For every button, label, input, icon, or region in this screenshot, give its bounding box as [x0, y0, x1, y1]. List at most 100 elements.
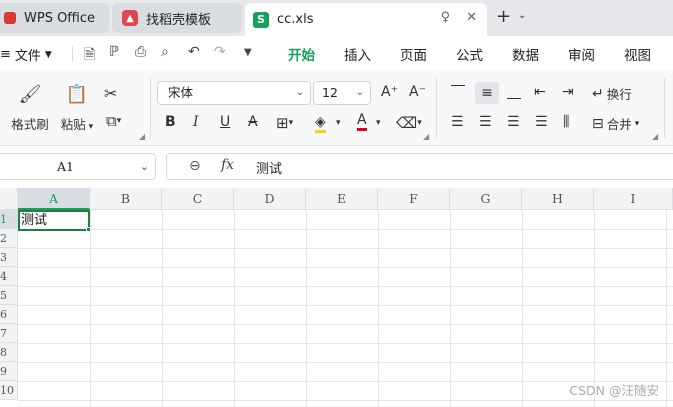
- tab-home[interactable]: 开始: [288, 44, 315, 72]
- font-name-value: 宋体: [168, 85, 194, 100]
- row-header[interactable]: 5: [0, 286, 18, 305]
- strikethrough-icon[interactable]: A: [248, 114, 258, 130]
- new-tab-dropdown-icon[interactable]: ⌄: [518, 10, 526, 21]
- borders-icon[interactable]: ⊞ ▾: [276, 114, 293, 132]
- new-tab-button[interactable]: +: [496, 6, 511, 27]
- tab-daoke-label: 找稻壳模板: [146, 12, 212, 28]
- font-size-select[interactable]: 12 ⌄: [313, 81, 371, 105]
- chevron-down-icon: ⌄: [355, 87, 364, 98]
- name-box-value: A1: [57, 159, 74, 174]
- align-bottom-icon[interactable]: ⎽: [507, 84, 521, 100]
- close-tab-icon[interactable]: ✕: [466, 10, 477, 25]
- quick-access-dropdown-icon[interactable]: ▼: [244, 47, 252, 58]
- formula-content: 测试: [256, 162, 283, 177]
- increase-indent-icon[interactable]: ⇥: [562, 84, 574, 100]
- ribbon-toolbar: 🖌 格式刷 📋 粘贴 ▾ ✂ ⧉ ▾ ◢ 宋体 ⌄ 12 ⌄ A⁺ A⁻ B I …: [0, 70, 673, 146]
- menu-bar: ≡ 文件 ▼ 🗎 ℙ ⎙ ⌕ ↶ ↷ ▼ 开始 插入 页面 公式 数据 审阅 视…: [0, 36, 673, 72]
- print-preview-icon[interactable]: ⌕: [161, 44, 169, 60]
- chevron-down-icon: ▾: [85, 121, 94, 132]
- chevron-down-icon: ⌄: [295, 87, 304, 98]
- column-header[interactable]: A: [18, 188, 90, 210]
- underline-icon[interactable]: U: [220, 114, 230, 130]
- cell-a1[interactable]: 测试: [18, 210, 90, 231]
- format-painter-icon: 🖌: [18, 83, 42, 105]
- decrease-font-icon[interactable]: A⁻: [409, 84, 426, 100]
- row-header[interactable]: 10: [0, 381, 18, 400]
- print-icon[interactable]: ⎙: [135, 44, 146, 60]
- distributed-align-icon[interactable]: ⫼: [563, 114, 569, 130]
- paste-label-wrap: 粘贴 ▾: [61, 114, 93, 133]
- tab-cc-xls[interactable]: S cc.xls ♀ ✕: [245, 3, 487, 36]
- font-name-select[interactable]: 宋体 ⌄: [157, 81, 311, 105]
- column-header[interactable]: H: [522, 188, 594, 210]
- tab-formula[interactable]: 公式: [456, 44, 483, 64]
- row-header[interactable]: 6: [0, 305, 18, 324]
- merge-button[interactable]: ⊟ 合并 ▾: [592, 114, 639, 133]
- align-middle-icon[interactable]: ≡: [475, 82, 499, 104]
- font-color-dropdown-icon[interactable]: ▾: [376, 118, 381, 128]
- format-painter-button[interactable]: 🖌 格式刷: [8, 82, 52, 136]
- column-header[interactable]: D: [234, 188, 306, 210]
- decrease-indent-icon[interactable]: ⇤: [534, 84, 546, 100]
- align-right-icon[interactable]: ☰: [507, 114, 520, 130]
- column-header[interactable]: E: [306, 188, 378, 210]
- tab-wps-office[interactable]: WPS Office: [0, 3, 109, 33]
- row-header[interactable]: 7: [0, 324, 18, 343]
- tab-view[interactable]: 视图: [624, 44, 651, 64]
- daoke-logo-icon: ▲: [122, 10, 138, 26]
- alignment-expand-icon[interactable]: ◢: [652, 132, 658, 141]
- tab-wps-label: WPS Office: [24, 10, 96, 26]
- justify-icon[interactable]: ☰: [535, 114, 548, 130]
- format-painter-label: 格式刷: [11, 116, 49, 132]
- pin-icon[interactable]: ♀: [441, 10, 451, 25]
- fx-icon[interactable]: fx: [221, 157, 234, 173]
- tab-daoke-templates[interactable]: ▲ 找稻壳模板: [112, 3, 242, 33]
- tab-data[interactable]: 数据: [512, 44, 539, 64]
- italic-icon[interactable]: I: [193, 114, 199, 130]
- tab-review[interactable]: 审阅: [568, 44, 595, 64]
- fill-color-icon[interactable]: ◈: [315, 114, 326, 133]
- align-left-icon[interactable]: ☰: [451, 114, 464, 130]
- align-top-icon[interactable]: ⎺: [451, 84, 465, 100]
- fill-handle[interactable]: [86, 227, 91, 232]
- font-color-icon[interactable]: A: [357, 112, 367, 131]
- row-header[interactable]: 1: [0, 210, 18, 229]
- tab-page[interactable]: 页面: [400, 44, 427, 64]
- undo-icon[interactable]: ↶: [188, 44, 200, 60]
- file-menu[interactable]: ≡ 文件 ▼: [0, 45, 52, 64]
- column-header[interactable]: B: [90, 188, 162, 210]
- zoom-search-icon[interactable]: ⊖: [189, 158, 201, 174]
- row-header[interactable]: 3: [0, 248, 18, 267]
- spreadsheet-file-icon: S: [253, 11, 269, 28]
- export-icon[interactable]: ℙ: [109, 44, 119, 60]
- tab-insert[interactable]: 插入: [344, 44, 371, 64]
- column-header[interactable]: I: [594, 188, 673, 210]
- name-box[interactable]: A1 ⌄: [0, 153, 156, 180]
- cut-icon[interactable]: ✂: [104, 84, 117, 103]
- formula-input[interactable]: ⊖ fx 测试: [166, 153, 673, 180]
- paste-button[interactable]: 📋 粘贴 ▾: [56, 82, 98, 136]
- merge-label: 合并: [606, 117, 632, 132]
- paste-label: 粘贴: [60, 116, 86, 132]
- increase-font-icon[interactable]: A⁺: [381, 84, 398, 100]
- redo-icon[interactable]: ↷: [214, 44, 226, 60]
- row-header[interactable]: 4: [0, 267, 18, 286]
- save-icon[interactable]: 🗎: [84, 44, 95, 68]
- column-header[interactable]: C: [162, 188, 234, 210]
- row-header[interactable]: 9: [0, 362, 18, 381]
- font-expand-icon[interactable]: ◢: [423, 132, 429, 141]
- fill-color-dropdown-icon[interactable]: ▾: [336, 118, 341, 128]
- bold-icon[interactable]: B: [165, 114, 176, 130]
- wrap-text-button[interactable]: ↵ 换行: [592, 84, 632, 103]
- column-header[interactable]: F: [378, 188, 450, 210]
- column-header[interactable]: G: [450, 188, 522, 210]
- row-header[interactable]: 2: [0, 229, 18, 248]
- clear-format-icon[interactable]: ⌫ ▾: [396, 114, 422, 132]
- align-center-icon[interactable]: ☰: [479, 114, 492, 130]
- watermark-text: CSDN @汪随安: [569, 383, 659, 398]
- select-all-corner[interactable]: [0, 188, 18, 210]
- clipboard-expand-icon[interactable]: ◢: [139, 132, 145, 141]
- row-header[interactable]: 8: [0, 343, 18, 362]
- copy-icon[interactable]: ⧉ ▾: [106, 112, 121, 130]
- merge-icon: ⊟: [592, 115, 604, 132]
